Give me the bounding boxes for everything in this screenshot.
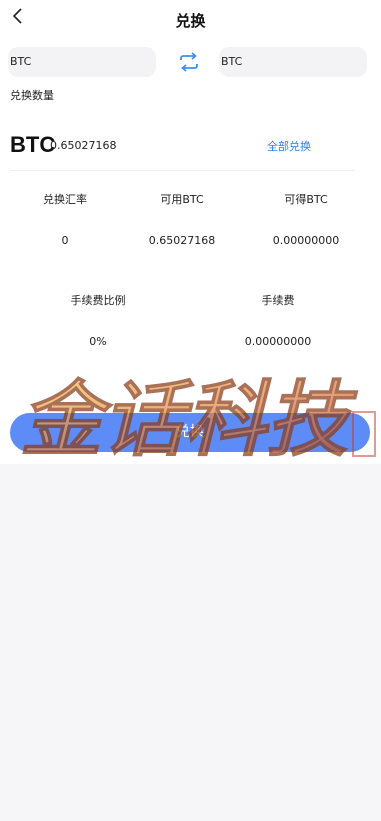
to-coin-select[interactable]: BTC (219, 47, 367, 77)
top-bar: 兑换 (0, 0, 381, 40)
amount-label: 兑换数量 (10, 89, 54, 102)
available-btc-value: 0.65027168 (148, 234, 216, 247)
submit-exchange-button[interactable]: 兑换 (10, 413, 370, 452)
amount-coin: BTC (10, 132, 56, 157)
divider (10, 170, 355, 171)
rate-value: 0 (61, 234, 69, 247)
swap-button[interactable] (176, 50, 202, 74)
page-title: 兑换 (175, 12, 206, 30)
available-btc-label: 可用BTC (160, 193, 204, 206)
rate-label: 兑换汇率 (43, 193, 87, 206)
fee-rate-label: 手续费比例 (70, 294, 126, 307)
amount-row: BTC 0.65027168 全部兑换 (10, 132, 372, 162)
from-coin-select[interactable]: BTC (8, 47, 156, 77)
swap-arrows-icon (180, 52, 198, 72)
exchange-all-button[interactable]: 全部兑换 (267, 138, 311, 154)
exchange-panel: 兑换 BTC BTC 兑换数量 BTC 0.65027168 全部兑换 兑换汇率… (0, 0, 381, 464)
fee-value: 0.00000000 (244, 335, 312, 348)
amount-input[interactable]: 0.65027168 (50, 139, 116, 152)
fee-rate-value: 0% (89, 335, 107, 348)
fee-label: 手续费 (261, 294, 295, 307)
receivable-btc-value: 0.00000000 (272, 234, 340, 247)
receivable-btc-label: 可得BTC (284, 193, 328, 206)
